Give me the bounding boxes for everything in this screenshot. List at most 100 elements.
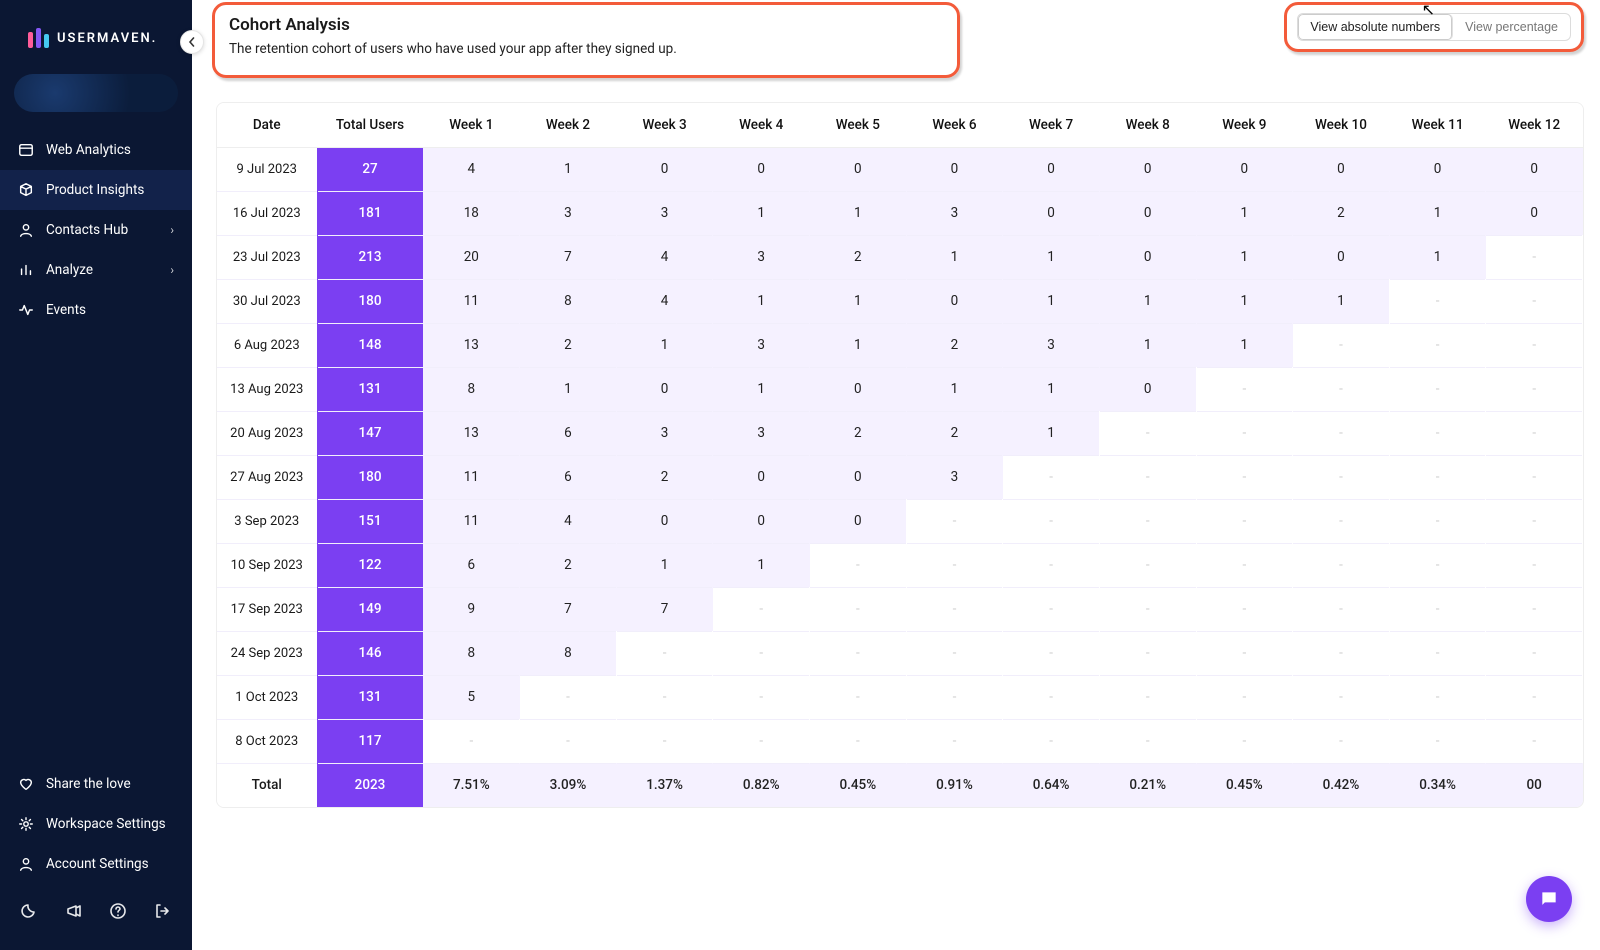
logo[interactable]: USERMAVEN. [0, 0, 192, 64]
cell-week: - [1003, 543, 1100, 587]
moon-button[interactable] [19, 900, 41, 922]
cell-week: 2 [906, 411, 1003, 455]
cell-total: 181 [317, 191, 423, 235]
cell-week: 2 [906, 323, 1003, 367]
nav-item-contacts-hub[interactable]: Contacts Hub› [0, 210, 192, 250]
col-header: Week 11 [1389, 103, 1486, 147]
cell-date: 20 Aug 2023 [217, 411, 317, 455]
cell-week: 0 [906, 279, 1003, 323]
cell-week: 3 [713, 411, 810, 455]
cell-week: - [1196, 587, 1293, 631]
user-icon [18, 855, 34, 873]
megaphone-button[interactable] [63, 900, 85, 922]
cell-week: 8 [520, 279, 617, 323]
cell-week: 4 [520, 499, 617, 543]
cell-week: - [1099, 455, 1196, 499]
cell-date: 13 Aug 2023 [217, 367, 317, 411]
cell-week: 6 [520, 411, 617, 455]
cell-week: - [1003, 499, 1100, 543]
cell-week: - [1099, 499, 1196, 543]
cell-week: - [810, 719, 907, 763]
cell-week: 0 [1099, 191, 1196, 235]
cell-week: - [1389, 279, 1486, 323]
activity-icon [18, 301, 34, 319]
cell-week: - [810, 587, 907, 631]
nav-item-analyze[interactable]: Analyze› [0, 250, 192, 290]
table-row: 1 Oct 20231315----------- [217, 675, 1583, 719]
cell-week: 1 [1389, 235, 1486, 279]
help-button[interactable] [107, 900, 129, 922]
cell-week: 3 [1003, 323, 1100, 367]
footer-week: 0.45% [810, 763, 907, 807]
cell-week: 0 [713, 499, 810, 543]
bottom-item-workspace-settings[interactable]: Workspace Settings [0, 804, 192, 844]
cell-week: 0 [1486, 147, 1583, 191]
cell-week: - [713, 631, 810, 675]
cell-week: - [1099, 719, 1196, 763]
cell-total: 122 [317, 543, 423, 587]
cell-week: - [1486, 367, 1583, 411]
cohort-table: DateTotal UsersWeek 1Week 2Week 3Week 4W… [216, 102, 1584, 808]
table-row: 24 Sep 202314688---------- [217, 631, 1583, 675]
logout-button[interactable] [151, 900, 173, 922]
logo-bars-icon [28, 28, 49, 48]
cell-week: 0 [1196, 147, 1293, 191]
bars-icon [18, 261, 34, 279]
cell-week: 7 [520, 235, 617, 279]
cell-date: 8 Oct 2023 [217, 719, 317, 763]
cell-date: 17 Sep 2023 [217, 587, 317, 631]
bottom-item-share-the-love[interactable]: Share the love [0, 764, 192, 804]
cell-week: 2 [520, 543, 617, 587]
cell-week: 3 [906, 455, 1003, 499]
cell-week: 5 [423, 675, 520, 719]
cell-week: 1 [1389, 191, 1486, 235]
cell-week: 1 [616, 543, 713, 587]
col-header: Week 12 [1486, 103, 1583, 147]
workspace-switcher[interactable] [14, 74, 178, 112]
table-row: 6 Aug 20231481321312311--- [217, 323, 1583, 367]
moon-icon [21, 902, 39, 920]
cell-week: - [1099, 543, 1196, 587]
bottom-label: Share the love [46, 776, 131, 792]
cell-week: 0 [810, 367, 907, 411]
cell-week: - [1486, 411, 1583, 455]
bottom-item-account-settings[interactable]: Account Settings [0, 844, 192, 884]
cell-week: - [1196, 367, 1293, 411]
table-row: 17 Sep 2023149977--------- [217, 587, 1583, 631]
cell-week: - [906, 499, 1003, 543]
cell-week: 7 [616, 587, 713, 631]
page-subtitle: The retention cohort of users who have u… [229, 41, 677, 57]
cell-week: 1 [1003, 367, 1100, 411]
cell-week: - [1293, 367, 1390, 411]
cell-week: 1 [1003, 411, 1100, 455]
cell-week: 1 [1196, 235, 1293, 279]
nav-item-product-insights[interactable]: Product Insights [0, 170, 192, 210]
cell-week: 11 [423, 499, 520, 543]
logout-icon [153, 902, 171, 920]
cell-total: 27 [317, 147, 423, 191]
cell-week: - [1099, 411, 1196, 455]
cell-week: - [1486, 587, 1583, 631]
chat-button[interactable] [1526, 876, 1572, 922]
cell-week: - [810, 675, 907, 719]
nav-item-web-analytics[interactable]: Web Analytics [0, 130, 192, 170]
view-percentage-button[interactable]: View percentage [1453, 14, 1570, 40]
cell-week: - [1293, 631, 1390, 675]
cell-week: 1 [810, 279, 907, 323]
cell-week: 8 [423, 631, 520, 675]
cell-week: 13 [423, 411, 520, 455]
nav-item-events[interactable]: Events [0, 290, 192, 330]
cell-week: 2 [1293, 191, 1390, 235]
cell-week: - [1196, 631, 1293, 675]
cell-week: - [1486, 279, 1583, 323]
secondary-nav: Share the love Workspace SettingsAccount … [0, 764, 192, 884]
footer-week: 3.09% [520, 763, 617, 807]
footer-week: 0.45% [1196, 763, 1293, 807]
cell-week: - [1486, 675, 1583, 719]
collapse-sidebar-button[interactable] [180, 30, 204, 54]
brand-name: USERMAVEN. [57, 31, 157, 46]
cell-date: 16 Jul 2023 [217, 191, 317, 235]
footer-label: Total [217, 763, 317, 807]
cell-week: - [906, 719, 1003, 763]
footer-week: 0.82% [713, 763, 810, 807]
